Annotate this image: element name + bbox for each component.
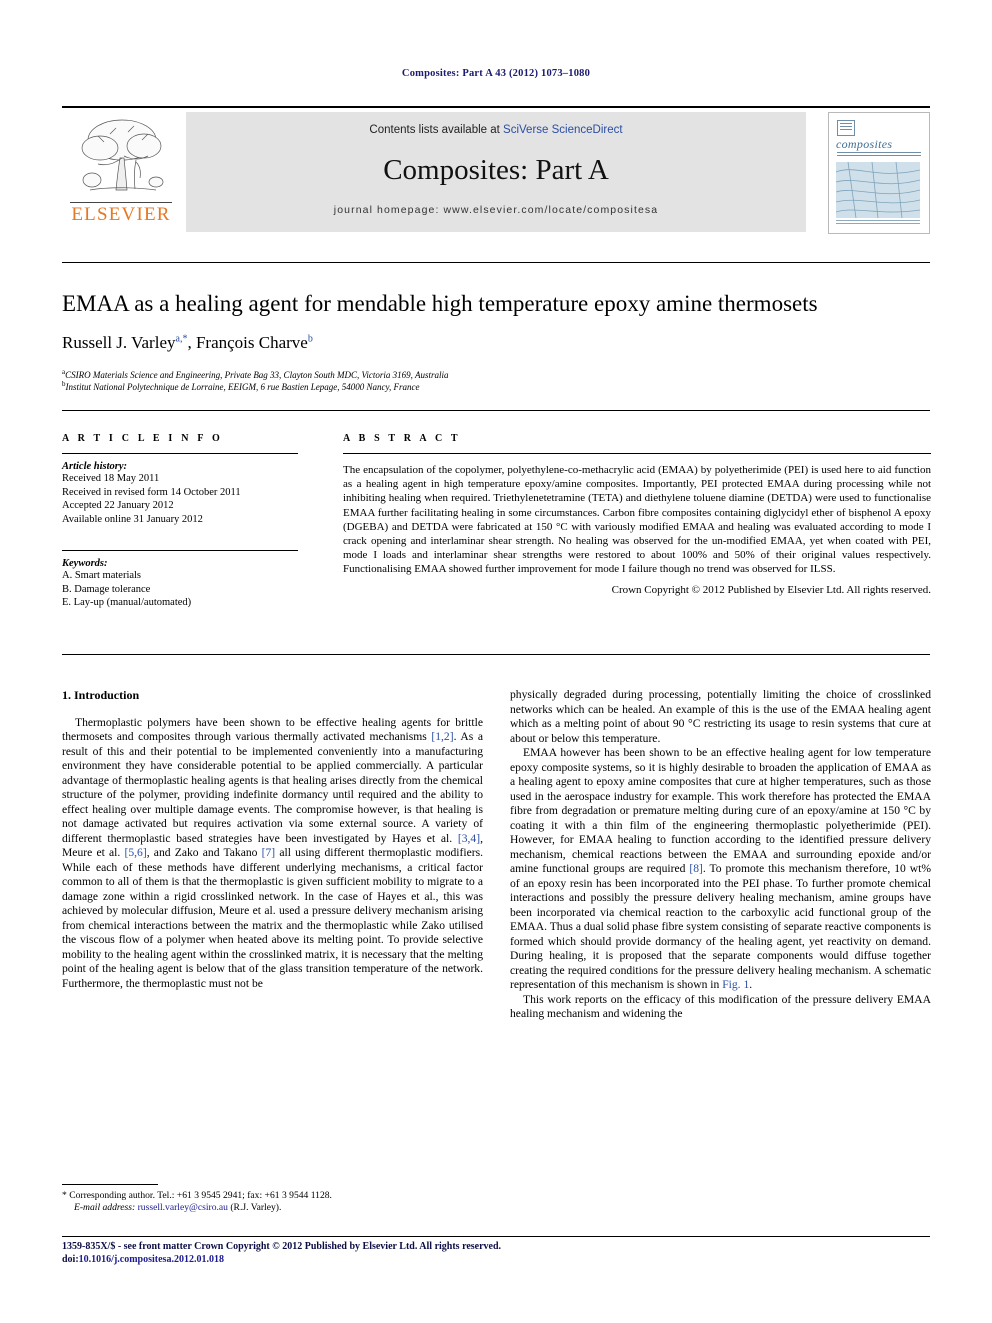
email-address-label: E-mail address: [74,1202,136,1214]
footnote-rule [62,1184,158,1185]
intro-left-text-d: , and Zako and Takano [146,846,262,859]
article-info-rule [62,453,298,454]
elsevier-logo: ELSEVIER [62,112,180,232]
cover-publisher-mark-icon [837,120,855,136]
intro-left-text-a: Thermoplastic polymers have been shown t… [62,715,483,744]
doi-link[interactable]: 10.1016/j.compositesa.2012.01.018 [79,1254,224,1265]
email-address-link[interactable]: russell.varley@csiro.au [138,1202,228,1213]
author-list: Russell J. Varleya,*, François Charveb [62,333,313,352]
corresponding-author-footnote: * Corresponding author. Tel.: +61 3 9545… [62,1190,483,1215]
intro-right-text-b: . To promote this mechanism therefore, 1… [510,862,931,991]
affiliation-b-text: Institut National Polytechnique de Lorra… [65,382,420,392]
journal-masthead: ELSEVIER Contents lists available at Sci… [62,106,930,234]
body-column-left: 1. Introduction Thermoplastic polymers h… [62,688,483,991]
article-history-received: Received 18 May 2011 [62,473,160,484]
footnote-line-2: E-mail address: russell.varley@csiro.au … [62,1202,483,1214]
citation-5-6[interactable]: [5,6] [124,846,146,859]
keywords-label: Keywords: [62,558,108,569]
intro-paragraph-right-1: physically degraded during processing, p… [510,688,931,745]
section-heading-introduction: 1. Introduction [62,688,140,702]
running-head: Composites: Part A 43 (2012) 1073–1080 [401,68,591,79]
abstract-text: The encapsulation of the copolymer, poly… [343,464,931,576]
author-name-2: François Charve [195,333,308,352]
keywords-rule [62,550,298,551]
author-2-affiliation-marker[interactable]: b [308,333,313,344]
abstract-rule [343,453,931,454]
figure-1-link[interactable]: Fig. 1 [722,978,749,991]
author-name-1: Russell J. Varley [62,333,176,352]
intro-paragraph-right-2: EMAA however has been shown to be an eff… [510,746,931,993]
keyword-item-b: B. Damage tolerance [62,583,151,595]
body-column-right: physically degraded during processing, p… [510,688,931,1022]
journal-cover-thumbnail[interactable]: composites [828,112,930,234]
cover-subtitle-rules [837,152,921,156]
sciencedirect-link[interactable]: SciVerse ScienceDirect [503,124,623,136]
abstract-band-top-rule [62,410,930,411]
intro-paragraph-left: Thermoplastic polymers have been shown t… [62,716,483,992]
keyword-item-e: E. Lay-up (manual/automated) [62,597,192,608]
affiliation-b: bInstitut National Polytechnique de Lorr… [62,378,762,393]
author-1-affiliation-marker[interactable]: a,* [176,333,188,344]
article-info-column: A R T I C L E I N F O Article history: R… [62,433,314,610]
footer-copyright-line: 1359-835X/$ - see front matter Crown Cop… [62,1241,502,1252]
intro-right-text-a: EMAA however has been shown to be an eff… [510,746,931,875]
doi-label: doi: [62,1253,79,1265]
article-history-accepted: Accepted 22 January 2012 [62,500,174,511]
contents-prefix: Contents lists available at [369,124,504,136]
intro-paragraph-right-3: This work reports on the efficacy of thi… [510,992,931,1021]
article-history-revised: Received in revised form 14 October 2011 [62,486,241,498]
email-owner: (R.J. Varley). [227,1202,282,1214]
abstract-heading: A B S T R A C T [343,433,461,444]
contents-available-line: Contents lists available at SciVerse Sci… [186,124,806,136]
article-history-online: Available online 31 January 2012 [62,513,203,525]
page-title: EMAA as a healing agent for mendable hig… [62,291,818,316]
intro-left-text-e: all using different thermoplastic modifi… [62,846,484,990]
cover-artwork [836,162,920,218]
title-separator-rule [62,262,930,263]
masthead-banner: Contents lists available at SciVerse Sci… [186,112,806,232]
keyword-item-a: A. Smart materials [62,570,142,581]
intro-left-text-b: . As a result of this and their potentia… [62,730,483,845]
citation-1-2[interactable]: [1,2] [431,730,453,743]
cover-title: composites [836,137,893,151]
citation-7[interactable]: [7] [262,846,276,859]
abstract-copyright: Crown Copyright © 2012 Published by Else… [611,583,931,596]
footnote-corresponding-text: Corresponding author. Tel.: +61 3 9545 2… [66,1190,332,1201]
footer-rule [62,1236,930,1237]
journal-title: Composites: Part A [383,154,609,186]
article-info-heading: A R T I C L E I N F O [62,433,223,444]
paper-page: Composites: Part A 43 (2012) 1073–1080 E… [0,0,992,1323]
citation-8[interactable]: [8] [689,862,703,875]
elsevier-tree-icon [70,114,172,202]
journal-homepage-link[interactable]: journal homepage: www.elsevier.com/locat… [186,204,806,216]
elsevier-logo-rule [70,202,172,203]
masthead-top-rule [62,106,930,108]
citation-3-4[interactable]: [3,4] [458,832,480,845]
cover-footer-rules [836,220,920,226]
footnote-line-1: * Corresponding author. Tel.: +61 3 9545… [62,1190,483,1202]
article-history-label: Article history: [62,461,128,472]
intro-right-text-c: . [749,978,753,991]
abstract-column: A B S T R A C T The encapsulation of the… [343,433,931,597]
page-footer: 1359-835X/$ - see front matter Crown Cop… [62,1241,930,1266]
abstract-band-bottom-rule [62,654,930,655]
footer-doi-line: doi:10.1016/j.compositesa.2012.01.018 [62,1254,930,1267]
elsevier-wordmark: ELSEVIER [71,204,171,225]
cover-inner: composites [834,118,924,228]
